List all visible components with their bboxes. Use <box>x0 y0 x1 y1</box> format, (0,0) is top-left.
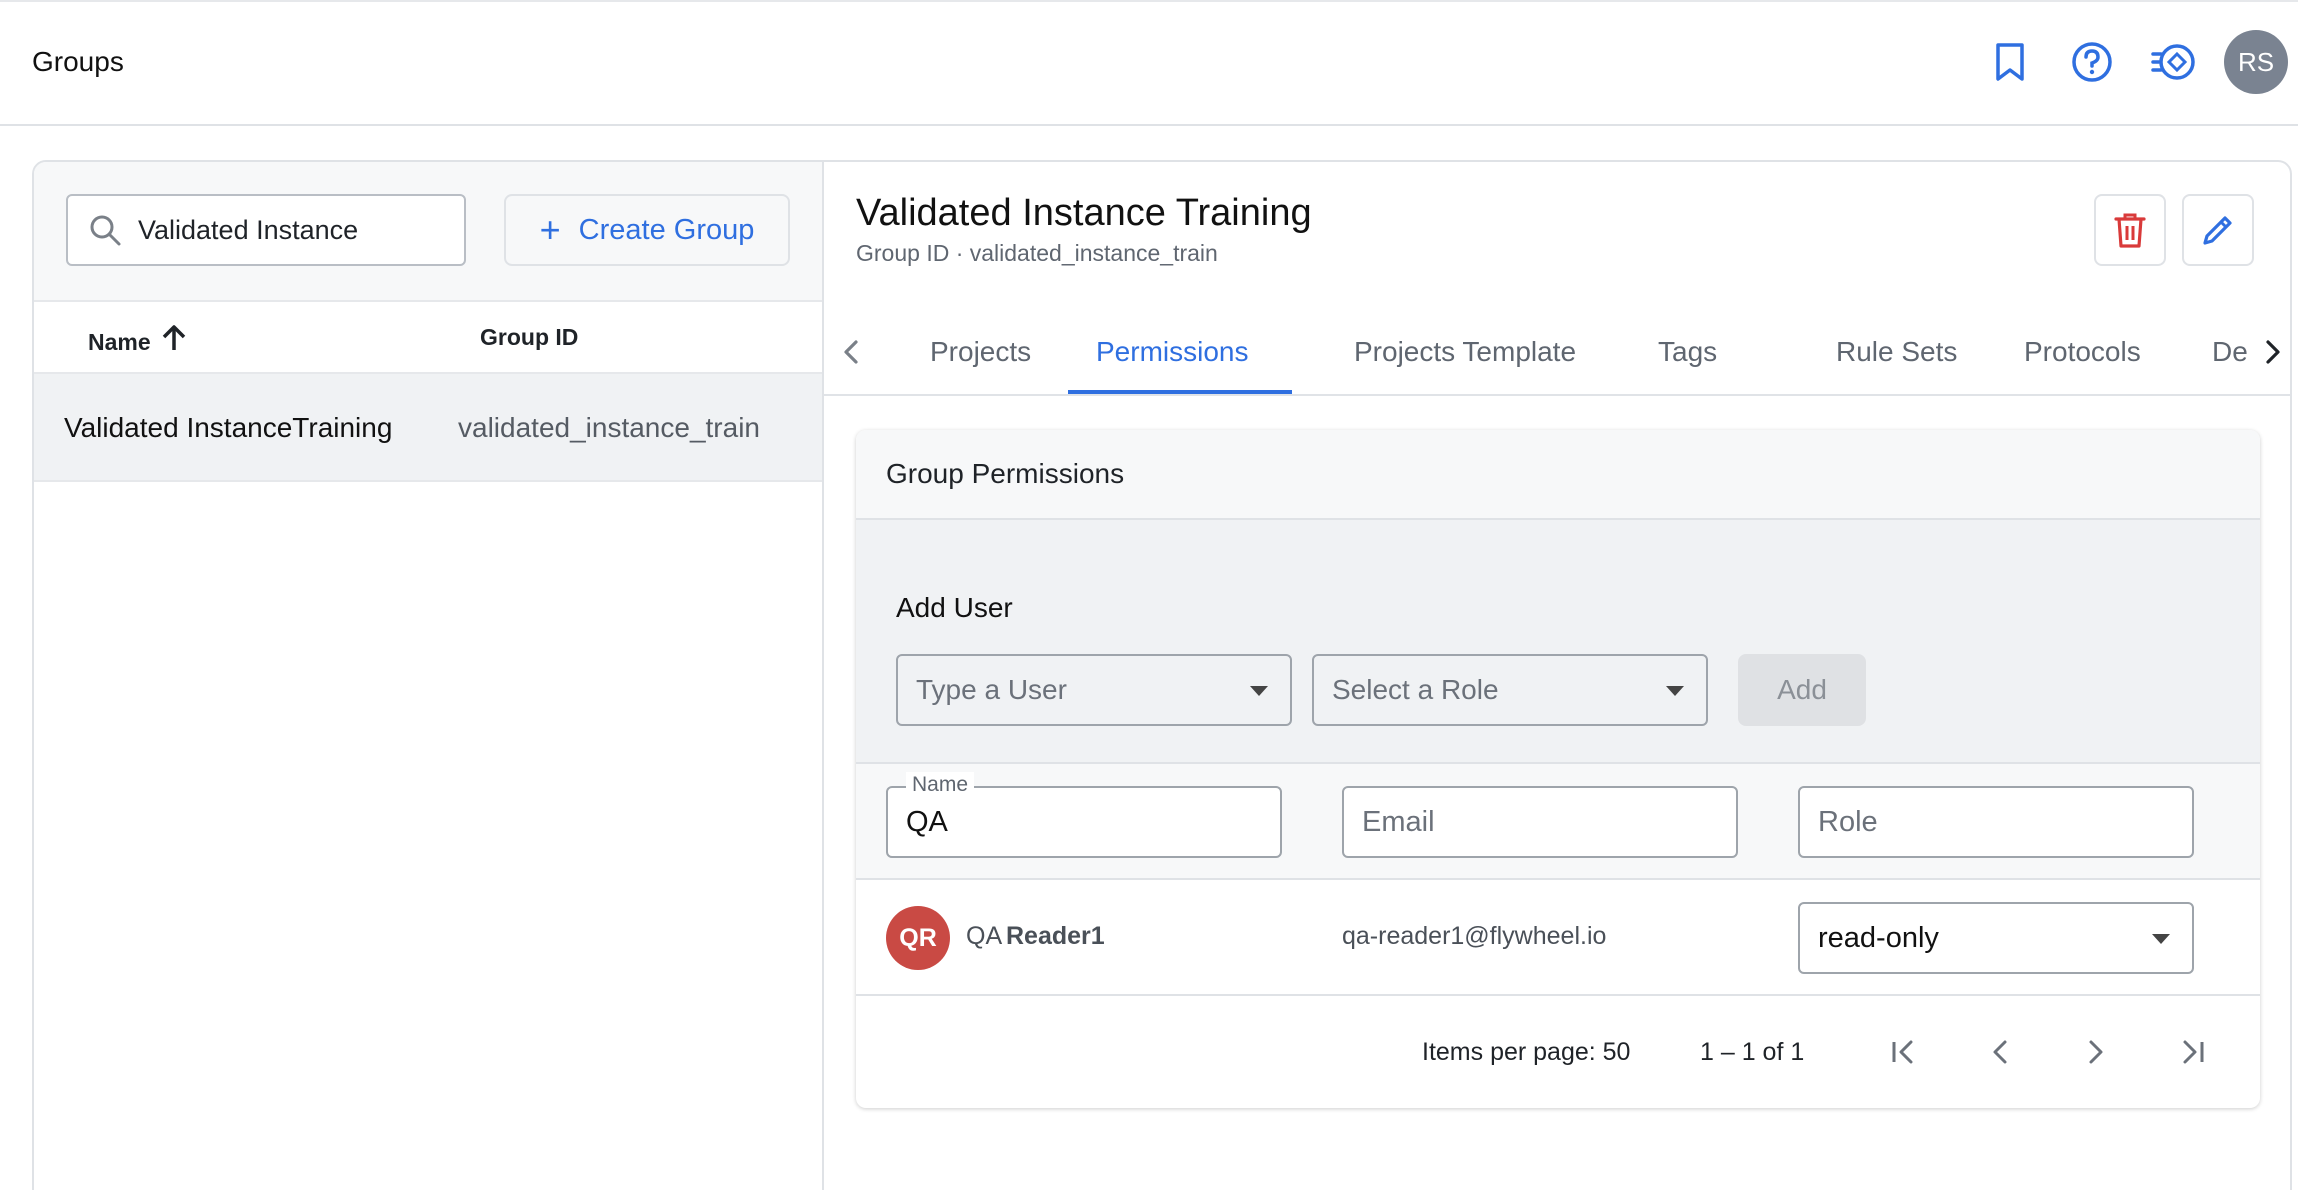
plus-icon: + <box>539 209 561 250</box>
group-row[interactable]: Validated InstanceTraining validated_ins… <box>34 374 822 482</box>
chevron-right-icon <box>2266 340 2280 364</box>
add-user-label: Add User <box>896 592 1013 623</box>
trash-icon <box>2114 213 2146 248</box>
user-role-value: read-only <box>1818 921 1939 954</box>
tab-de-id-settings[interactable]: De-ID Settings <box>2212 310 2248 394</box>
role-filter-input[interactable]: Role <box>1798 786 2194 858</box>
search-input[interactable]: Validated Instance <box>66 194 466 266</box>
list-toolbar: Validated Instance + Create Group <box>34 162 822 302</box>
name-filter-value: QA <box>906 805 948 838</box>
groups-list-panel: Validated Instance + Create Group Name G… <box>34 162 824 1190</box>
permissions-title: Group Permissions <box>886 458 1125 489</box>
create-group-label: Create Group <box>578 213 755 246</box>
first-page-icon <box>1892 1040 1913 1064</box>
email-filter-input[interactable]: Email <box>1342 786 1738 858</box>
top-actions: RS <box>1960 30 2298 94</box>
dropdown-arrow-icon <box>1250 686 1268 696</box>
tab-projects[interactable]: Projects <box>930 310 1031 394</box>
updates-icon[interactable] <box>2142 30 2206 94</box>
table-row: QR QA Reader1 qa-reader1@flywheel.io rea… <box>856 880 2260 996</box>
group-row-name: Validated InstanceTraining <box>64 412 393 443</box>
user-avatar[interactable]: RS <box>2224 30 2288 94</box>
user-email: qa-reader1@flywheel.io <box>1342 922 1607 950</box>
last-page-icon <box>2183 1040 2204 1064</box>
group-subtitle: Group ID · validated_instance_train <box>856 240 1218 266</box>
add-user-section: Add User Type a User Select a Role Add <box>856 520 2260 764</box>
groups-card: Validated Instance + Create Group Name G… <box>32 160 2292 1190</box>
tab-projects-template[interactable]: Projects Template <box>1354 310 1576 394</box>
pencil-icon <box>2203 216 2232 245</box>
active-tab-indicator <box>1068 390 1292 394</box>
tabs-viewport: Projects Permissions Projects Template T… <box>874 310 2248 394</box>
delete-group-button[interactable] <box>2094 194 2166 266</box>
user-select-placeholder: Type a User <box>916 674 1067 705</box>
tab-protocols[interactable]: Protocols <box>2024 310 2141 394</box>
user-first-name: QA <box>966 922 1003 950</box>
sort-ascending-icon <box>161 324 187 360</box>
dropdown-arrow-icon <box>2152 934 2170 944</box>
edit-group-button[interactable] <box>2182 194 2254 266</box>
tab-permissions[interactable]: Permissions <box>1096 310 1248 394</box>
column-name-label: Name <box>88 328 151 355</box>
name-filter-legend: Name <box>906 772 975 798</box>
tabs-scroll-left[interactable] <box>826 310 876 394</box>
items-per-page[interactable]: Items per page: 50 <box>1422 1038 1630 1067</box>
help-circle-icon[interactable] <box>2060 30 2124 94</box>
page-title: Groups <box>32 46 124 77</box>
previous-page-button[interactable] <box>1974 1026 2026 1078</box>
top-bar: Groups RS <box>0 0 2298 126</box>
next-page-button[interactable] <box>2070 1026 2122 1078</box>
chevron-left-icon <box>1993 1040 2007 1064</box>
create-group-button[interactable]: + Create Group <box>504 194 790 266</box>
list-header: Name Group ID <box>34 302 822 374</box>
group-row-id: validated_instance_train <box>458 412 760 443</box>
user-role-select[interactable]: read-only <box>1798 902 2194 974</box>
user-last-name: Reader1 <box>1006 922 1105 950</box>
detail-tabs: Projects Permissions Projects Template T… <box>824 310 2290 396</box>
tabs-scroll-right[interactable] <box>2248 310 2290 394</box>
last-page-button[interactable] <box>2166 1026 2218 1078</box>
permissions-header: Group Permissions <box>856 430 2260 520</box>
name-filter-input[interactable]: Name QA <box>886 772 1282 858</box>
chevron-right-icon <box>2089 1040 2103 1064</box>
bookmark-icon[interactable] <box>1978 30 2042 94</box>
email-filter-placeholder: Email <box>1362 805 1435 838</box>
chevron-left-icon <box>844 340 858 364</box>
pagination-range: 1 – 1 of 1 <box>1700 1038 1805 1066</box>
column-header-name[interactable]: Name <box>88 324 187 360</box>
tab-tags[interactable]: Tags <box>1658 310 1717 394</box>
role-select-placeholder: Select a Role <box>1332 674 1499 705</box>
group-title: Validated Instance Training <box>856 192 1312 234</box>
group-permissions-card: Group Permissions Add User Type a User S… <box>856 430 2260 1108</box>
user-select[interactable]: Type a User <box>896 654 1292 726</box>
filter-row: Name QA Email Role <box>856 764 2260 880</box>
role-filter-placeholder: Role <box>1818 805 1878 838</box>
role-select[interactable]: Select a Role <box>1312 654 1708 726</box>
pagination: Items per page: 50 1 – 1 of 1 <box>856 996 2260 1108</box>
group-detail-panel: Validated Instance Training Group ID · v… <box>824 162 2290 1190</box>
tab-rule-sets[interactable]: Rule Sets <box>1836 310 1957 394</box>
search-icon <box>90 215 121 246</box>
avatar: QR <box>886 906 950 970</box>
first-page-button[interactable] <box>1878 1026 1930 1078</box>
add-user-button[interactable]: Add <box>1738 654 1866 726</box>
search-value: Validated Instance <box>138 214 359 245</box>
column-header-group-id[interactable]: Group ID <box>480 324 578 351</box>
dropdown-arrow-icon <box>1666 686 1684 696</box>
